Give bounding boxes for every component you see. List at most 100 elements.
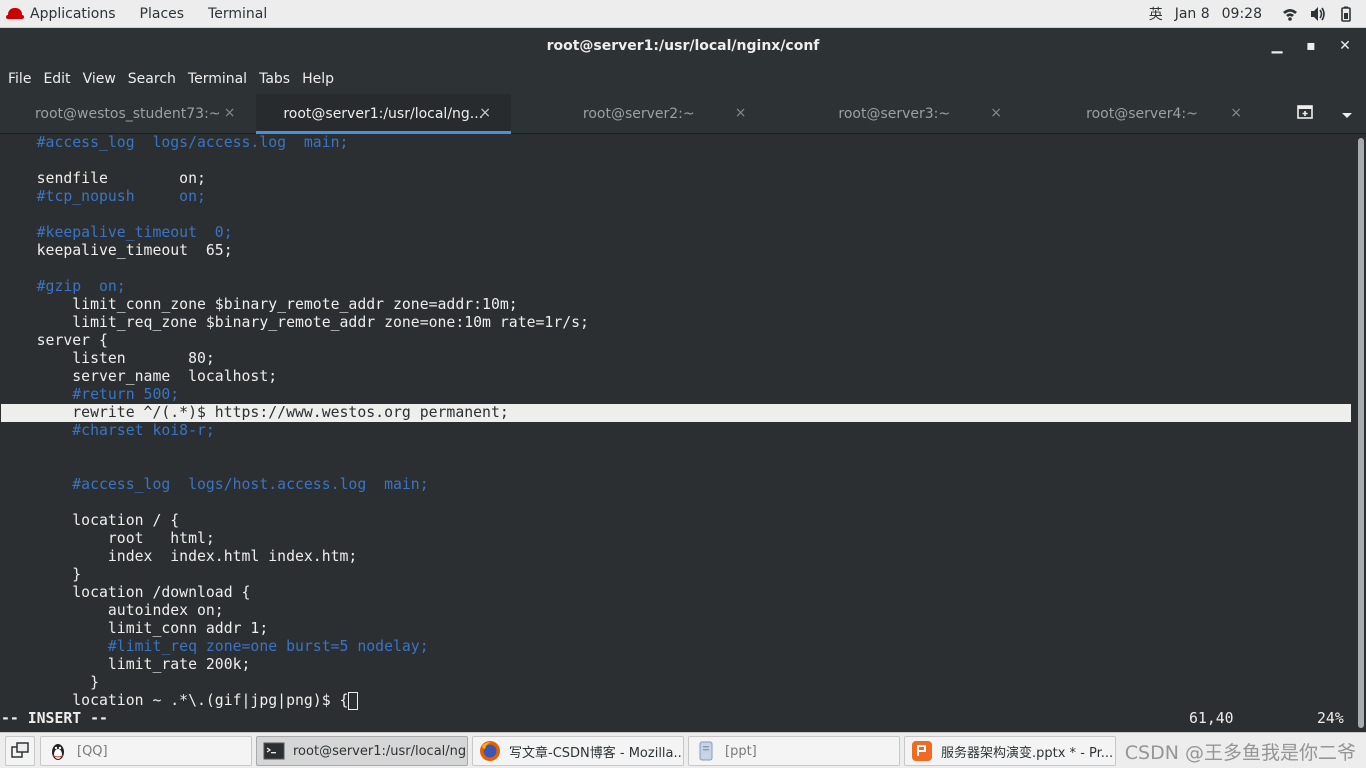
window-list-taskbar: [QQ] root@server1:/usr/local/ng... 写文章-C… bbox=[0, 732, 1366, 768]
taskbar-label: [ppt] bbox=[725, 743, 757, 759]
terminal-line: limit_conn_zone $binary_remote_addr zone… bbox=[1, 296, 518, 313]
terminal-line: location /download { bbox=[1, 584, 251, 601]
firefox-icon bbox=[479, 740, 501, 762]
tab-close-icon[interactable]: × bbox=[1230, 105, 1242, 121]
terminal-app-menu[interactable]: Terminal bbox=[196, 0, 279, 28]
tab-label: root@server1:/usr/local/ng... bbox=[283, 106, 484, 122]
terminal-line: } bbox=[1, 674, 99, 691]
taskbar-label: 服务器架构演变.pptx * - Pr... bbox=[941, 745, 1114, 761]
terminal-view[interactable]: #access_log logs/access.log main; sendfi… bbox=[0, 134, 1356, 732]
gnome-top-bar: Applications Places Terminal 英 Jan 8 09:… bbox=[0, 0, 1366, 28]
terminal-line: keepalive_timeout 65; bbox=[1, 242, 233, 259]
terminal-line: } bbox=[1, 566, 82, 583]
tab-server3[interactable]: root@server3:~ × bbox=[767, 94, 1023, 134]
taskbar-item-terminal[interactable]: root@server1:/usr/local/ng... bbox=[256, 736, 468, 766]
window-title: root@server1:/usr/local/nginx/conf bbox=[546, 38, 820, 54]
tab-label: root@server2:~ bbox=[582, 106, 695, 122]
minimize-button[interactable]: ▁ bbox=[1264, 33, 1290, 59]
tab-server4[interactable]: root@server4:~ × bbox=[1022, 94, 1262, 134]
terminal-line: location ~ .*\.(gif|jpg|png)$ { bbox=[1, 692, 1351, 710]
taskbar-item-firefox[interactable]: 写文章-CSDN博客 - Mozilla... bbox=[472, 736, 684, 766]
terminal-line-highlighted: rewrite ^/(.*)$ https://www.westos.org p… bbox=[1, 404, 1351, 422]
terminal-line: server { bbox=[1, 332, 108, 349]
tab-close-icon[interactable]: × bbox=[479, 105, 491, 121]
maximize-button[interactable]: ▪ bbox=[1298, 33, 1324, 59]
volume-icon[interactable] bbox=[1310, 6, 1326, 22]
csdn-watermark: CSDN @王多鱼我是你二爷 bbox=[1124, 742, 1356, 764]
file-manager-icon bbox=[695, 740, 717, 762]
menu-help[interactable]: Help bbox=[296, 64, 340, 94]
tab-close-icon[interactable]: × bbox=[990, 105, 1002, 121]
tab-westos-student73[interactable]: root@westos_student73:~ × bbox=[0, 94, 256, 134]
terminal-line: #access_log logs/access.log main; bbox=[1, 134, 349, 151]
input-method-indicator[interactable]: 英 bbox=[1149, 4, 1163, 24]
taskbar-label: root@server1:/usr/local/ng... bbox=[293, 743, 468, 759]
menu-search[interactable]: Search bbox=[122, 64, 182, 94]
tab-close-icon[interactable]: × bbox=[224, 105, 236, 121]
terminal-line: listen 80; bbox=[1, 350, 215, 367]
cursor-position-label: 61,40 bbox=[1189, 710, 1234, 727]
taskbar-item-qq[interactable]: [QQ] bbox=[40, 736, 252, 766]
terminal-line: server_name localhost; bbox=[1, 368, 278, 385]
terminal-line: #return 500; bbox=[1, 386, 180, 403]
scrollbar-thumb[interactable] bbox=[1358, 138, 1364, 728]
close-window-button[interactable]: ✕ bbox=[1332, 33, 1358, 59]
battery-icon[interactable] bbox=[1338, 6, 1354, 22]
redhat-logo-icon bbox=[6, 7, 24, 21]
terminal-line: sendfile on; bbox=[1, 170, 206, 187]
taskbar-label: 写文章-CSDN博客 - Mozilla... bbox=[509, 745, 684, 761]
window-titlebar[interactable]: root@server1:/usr/local/nginx/conf ▁ ▪ ✕ bbox=[0, 28, 1366, 64]
menu-terminal[interactable]: Terminal bbox=[182, 64, 253, 94]
tab-label: root@server4:~ bbox=[1086, 106, 1198, 122]
menu-edit[interactable]: Edit bbox=[37, 64, 76, 94]
menu-bar: File Edit View Search Terminal Tabs Help bbox=[0, 64, 1366, 94]
terminal-icon bbox=[263, 740, 285, 762]
show-desktop-icon bbox=[11, 742, 29, 758]
show-desktop-button[interactable] bbox=[5, 736, 35, 766]
terminal-line: #charset koi8-r; bbox=[1, 422, 215, 439]
taskbar-label: [QQ] bbox=[77, 743, 108, 759]
new-tab-icon[interactable] bbox=[1296, 104, 1314, 124]
tab-server2[interactable]: root@server2:~ × bbox=[511, 94, 767, 134]
wifi-icon[interactable] bbox=[1282, 6, 1298, 22]
taskbar-item-ppt-folder[interactable]: [ppt] bbox=[688, 736, 900, 766]
qq-penguin-icon bbox=[47, 740, 69, 762]
tab-bar: root@westos_student73:~ × root@server1:/… bbox=[0, 94, 1366, 134]
tab-menu-chevron-down-icon[interactable] bbox=[1341, 105, 1353, 124]
menu-tabs[interactable]: Tabs bbox=[253, 64, 296, 94]
applications-label: Applications bbox=[30, 5, 116, 22]
clock-label[interactable]: 09:28 bbox=[1222, 6, 1262, 22]
text-cursor bbox=[348, 692, 359, 710]
terminal-line: #access_log logs/host.access.log main; bbox=[1, 476, 429, 493]
terminal-line: autoindex on; bbox=[1, 602, 224, 619]
terminal-scrollbar[interactable] bbox=[1356, 134, 1366, 732]
terminal-line: limit_conn addr 1; bbox=[1, 620, 269, 637]
terminal-line: #gzip on; bbox=[1, 278, 126, 295]
tab-close-icon[interactable]: × bbox=[735, 105, 747, 121]
terminal-line: index index.html index.htm; bbox=[1, 548, 358, 565]
tab-tools bbox=[1282, 94, 1366, 134]
menu-file[interactable]: File bbox=[2, 64, 37, 94]
applications-menu[interactable]: Applications bbox=[0, 0, 128, 28]
vim-status-line: -- INSERT -- 61,40 24% bbox=[1, 710, 1351, 728]
terminal-line: limit_req_zone $binary_remote_addr zone=… bbox=[1, 314, 589, 331]
terminal-line: #tcp_nopush on; bbox=[1, 188, 206, 205]
presentation-icon bbox=[911, 740, 933, 762]
tab-label: root@westos_student73:~ bbox=[34, 106, 221, 122]
taskbar-item-presentation[interactable]: 服务器架构演变.pptx * - Pr... bbox=[904, 736, 1116, 766]
terminal-line: #limit_req zone=one burst=5 nodelay; bbox=[1, 638, 429, 655]
places-menu[interactable]: Places bbox=[128, 0, 197, 28]
menu-view[interactable]: View bbox=[77, 64, 122, 94]
date-label[interactable]: Jan 8 bbox=[1175, 6, 1210, 22]
terminal-line: location / { bbox=[1, 512, 180, 529]
tab-server1[interactable]: root@server1:/usr/local/ng... × bbox=[255, 94, 511, 134]
vim-mode-label: -- INSERT -- bbox=[1, 710, 108, 727]
tab-label: root@server3:~ bbox=[838, 106, 951, 122]
terminal-line: limit_rate 200k; bbox=[1, 656, 251, 673]
